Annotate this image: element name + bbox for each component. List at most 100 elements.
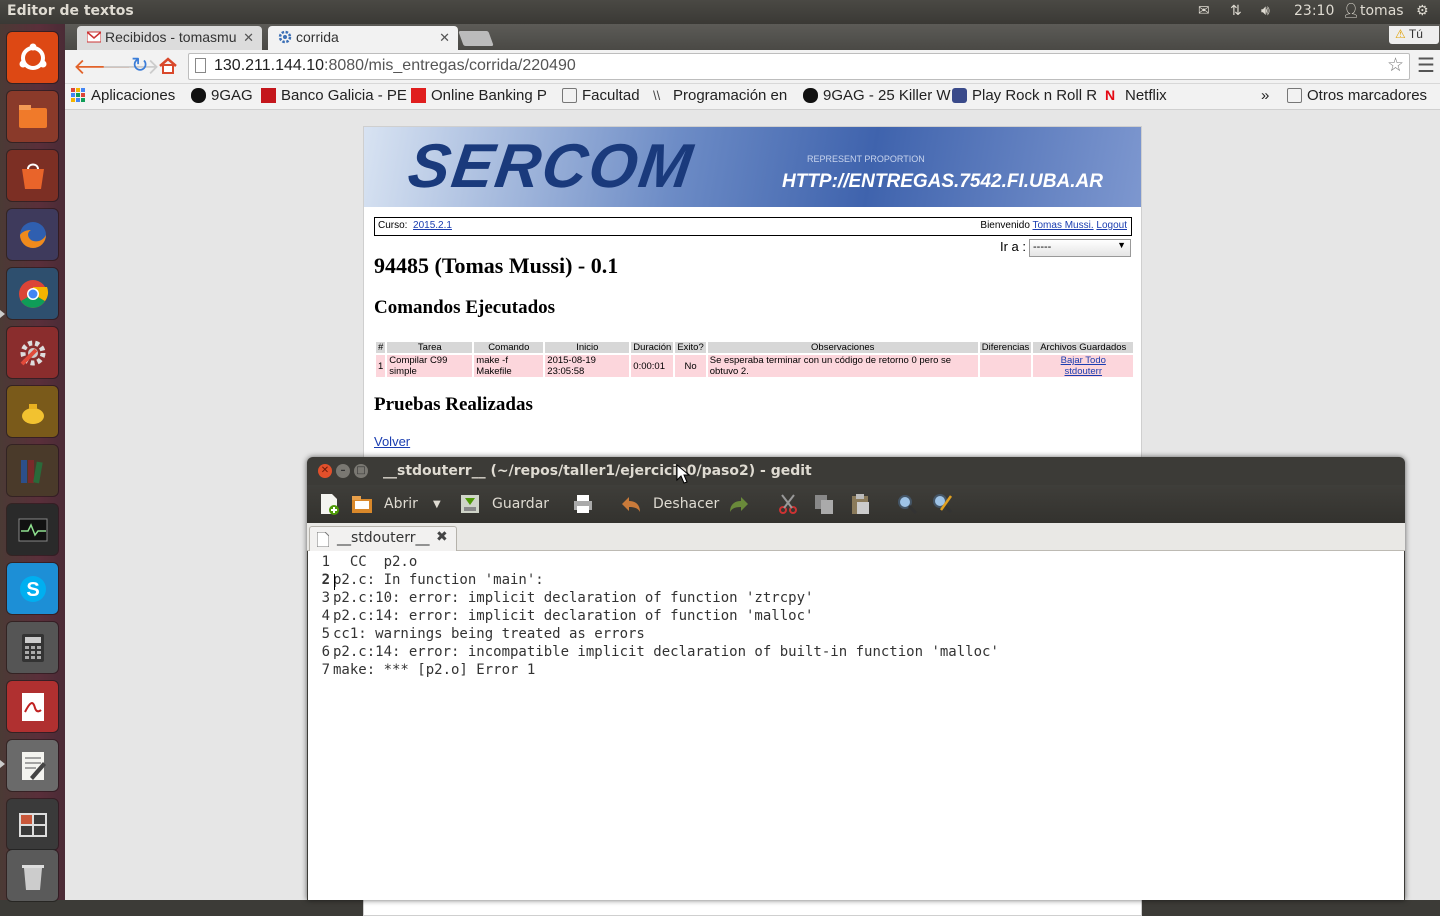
document-tab-label: __stdouterr__ [337, 530, 430, 546]
mouse-pointer-icon [676, 464, 690, 484]
bookmark-label: Otros marcadores [1307, 87, 1428, 104]
warning-icon: ⚠ [1395, 27, 1406, 41]
course-link[interactable]: 2015.2.1 [413, 220, 452, 231]
clock[interactable]: 23:10 [1294, 3, 1334, 19]
col-observaciones: Observaciones [707, 342, 978, 353]
open-button[interactable]: Abrir [384, 496, 418, 512]
menu-icon[interactable]: ☰ [1417, 53, 1435, 78]
address-bar[interactable]: 130.211.144.10:8080/mis_entregas/corrida… [188, 53, 1410, 80]
gedit-title: __stdouterr__ (~/repos/taller1/ejercicio… [383, 463, 812, 479]
user-icon: 👤︎ [1342, 3, 1360, 19]
download-all-link[interactable]: Bajar Todo [1061, 355, 1106, 366]
gear-favicon-icon [278, 30, 292, 44]
reload-icon[interactable]: ↻ [131, 53, 149, 78]
system-monitor-icon[interactable] [7, 504, 58, 555]
redo-icon[interactable] [727, 492, 751, 516]
tab-gmail[interactable]: Recibidos - tomasmu ✕ [77, 26, 262, 50]
open-folder-icon[interactable] [350, 492, 374, 516]
gedit-tab-bar: __stdouterr__ ✖ [307, 523, 1405, 551]
goto-label: Ir a : [1000, 239, 1027, 254]
logout-link[interactable]: Logout [1096, 220, 1127, 231]
line-number: 3 [321, 590, 330, 606]
close-document-icon[interactable]: ✖ [436, 529, 448, 545]
back-link[interactable]: Volver [374, 434, 410, 449]
ubuntu-logo-icon[interactable] [7, 32, 58, 83]
profile-badge[interactable]: ⚠ Tú [1389, 26, 1439, 44]
bookmark-label: Programación en [673, 87, 788, 104]
volume-icon[interactable]: 🔊︎ [1261, 3, 1270, 19]
close-tab-icon[interactable]: ✕ [439, 30, 450, 46]
mail-icon[interactable]: ✉ [1198, 3, 1210, 19]
url-path: :8080/mis_entregas/corrida/220490 [324, 57, 576, 74]
teapot-icon[interactable] [7, 386, 58, 437]
goto-select[interactable]: ----- ▼ [1029, 239, 1131, 257]
gedit-window: ✕ – □ __stdouterr__ (~/repos/taller1/eje… [307, 457, 1405, 900]
minimize-window-icon[interactable]: – [336, 464, 350, 478]
stdouterr-link[interactable]: stdouterr [1065, 366, 1103, 377]
text-editor-icon[interactable] [7, 740, 58, 791]
bookmark-online-banking[interactable]: Online Banking P [411, 87, 547, 104]
tab-corrida[interactable]: corrida ✕ [268, 26, 458, 50]
bookmark-apps[interactable]: Aplicaciones [71, 87, 175, 104]
document-tab[interactable]: __stdouterr__ ✖ [309, 526, 457, 551]
close-window-icon[interactable]: ✕ [318, 464, 332, 478]
tab-strip: Recibidos - tomasmu ✕ corrida ✕ ⚠ Tú [65, 24, 1440, 50]
bookmark-label: Play Rock n Roll R [972, 87, 1098, 104]
bookmarks-bar: Aplicaciones 9GAG Banco Galicia - PE Onl… [65, 84, 1440, 110]
copy-icon[interactable] [812, 492, 836, 516]
bookmark-star-icon[interactable]: ☆ [1387, 54, 1404, 77]
bookmarks-overflow-button[interactable]: » [1261, 87, 1269, 104]
chrome-icon[interactable] [7, 268, 58, 319]
paste-icon[interactable] [848, 492, 872, 516]
workspaces-icon[interactable] [7, 799, 58, 850]
bookmark-facultad[interactable]: Facultad [562, 87, 640, 104]
print-icon[interactable] [571, 492, 595, 516]
search-icon[interactable] [895, 492, 919, 516]
bookmark-label: 9GAG [211, 87, 253, 104]
bookmark-galicia[interactable]: Banco Galicia - PE [261, 87, 407, 104]
user-link[interactable]: Tomas Mussi. [1033, 220, 1094, 231]
home-icon[interactable] [158, 56, 178, 76]
settings-icon[interactable] [7, 327, 58, 378]
maximize-window-icon[interactable]: □ [354, 464, 368, 478]
overflow-label: » [1261, 87, 1270, 104]
search-replace-icon[interactable] [931, 492, 955, 516]
calculator-icon[interactable] [7, 622, 58, 673]
skype-icon[interactable]: S [7, 563, 58, 614]
files-icon[interactable] [7, 91, 58, 142]
game-icon [952, 88, 967, 103]
pdf-reader-icon[interactable] [7, 681, 58, 732]
goto-value: ----- [1033, 241, 1052, 253]
cut-icon[interactable] [776, 492, 800, 516]
col-tarea: Tarea [387, 342, 473, 353]
text-editor-area[interactable]: 1 CC p2.o 2 p2.c: In function 'main': 3 p2.c… [308, 551, 1404, 900]
gedit-titlebar[interactable]: ✕ – □ __stdouterr__ (~/repos/taller1/eje… [307, 457, 1405, 485]
banner-url: HTTP://ENTREGAS.7542.FI.UBA.AR [782, 171, 1103, 192]
new-tab-button[interactable] [458, 31, 494, 46]
undo-icon[interactable] [619, 492, 643, 516]
open-dropdown-icon[interactable]: ▼ [433, 499, 441, 510]
undo-button[interactable]: Deshacer [653, 496, 719, 512]
firefox-icon[interactable] [7, 209, 58, 260]
software-center-icon[interactable] [7, 150, 58, 201]
bookmark-9gag-killer[interactable]: 9GAG - 25 Killer W [803, 87, 951, 104]
network-icon[interactable]: ⇅ [1230, 3, 1242, 19]
page-title: 94485 (Tomas Mussi) - 0.1 [374, 253, 619, 278]
save-icon[interactable] [458, 492, 482, 516]
text-cursor [334, 574, 335, 590]
trash-icon[interactable] [7, 850, 58, 901]
bookmark-9gag[interactable]: 9GAG [191, 87, 253, 104]
svg-text:S: S [26, 579, 39, 601]
gedit-toolbar: Abrir ▼ Guardar Deshacer [307, 485, 1405, 523]
user-name[interactable]: tomas [1360, 3, 1404, 19]
bookmark-label: Banco Galicia - PE [281, 87, 407, 104]
bookmark-netflix[interactable]: N Netflix [1105, 87, 1167, 104]
close-tab-icon[interactable]: ✕ [243, 30, 254, 46]
power-gear-icon[interactable]: ⚙ [1416, 3, 1429, 19]
save-button[interactable]: Guardar [492, 496, 549, 512]
other-bookmarks[interactable]: Otros marcadores [1287, 87, 1427, 104]
new-document-icon[interactable] [317, 492, 341, 516]
bookmark-rock[interactable]: Play Rock n Roll R [952, 87, 1097, 104]
bookmark-programacion[interactable]: \\ Programación en [653, 87, 787, 104]
books-icon[interactable] [7, 445, 58, 496]
